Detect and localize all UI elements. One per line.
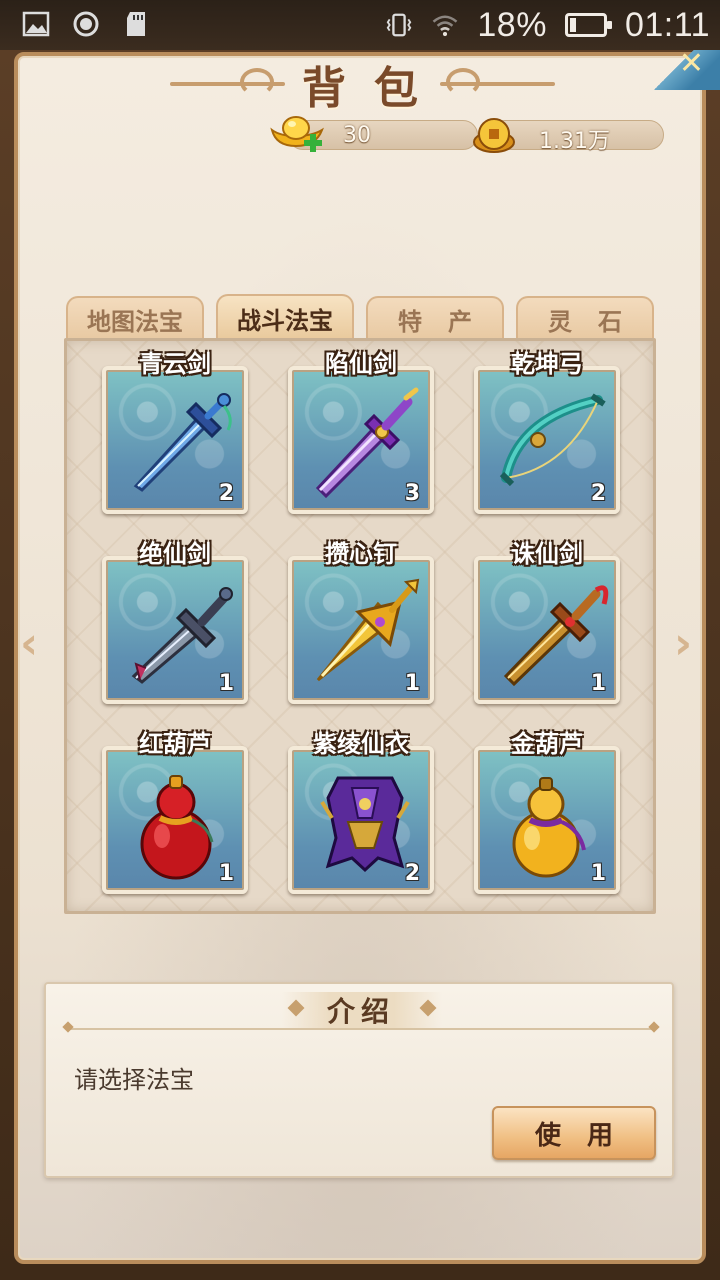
item-count: 1	[590, 861, 606, 886]
status-right: 18% 01:11	[385, 6, 710, 44]
item-slot[interactable]: 红葫芦 1	[100, 724, 250, 894]
item-count: 3	[404, 481, 420, 506]
wifi-icon	[431, 11, 459, 39]
item-box[interactable]: 2	[102, 366, 248, 514]
item-name: 红葫芦	[139, 729, 211, 758]
item-slot[interactable]: 青云剑 2	[100, 344, 250, 514]
tab-battle-treasure[interactable]: 战斗法宝	[216, 294, 354, 340]
item-box[interactable]: 3	[288, 366, 434, 514]
prev-page-chevron-left-icon[interactable]: ‹	[20, 618, 38, 669]
intro-title: 介绍	[326, 995, 395, 1028]
item-box[interactable]: 2	[474, 366, 620, 514]
image-icon	[22, 10, 50, 38]
item-name: 金葫芦	[511, 729, 583, 758]
intro-panel: 介绍 请选择法宝 使用	[44, 982, 674, 1178]
item-count: 2	[218, 481, 234, 506]
item-box[interactable]: 2	[288, 746, 434, 894]
item-count: 1	[218, 861, 234, 886]
copper-coin-icon	[472, 114, 516, 156]
item-count: 1	[404, 671, 420, 696]
item-count: 1	[218, 671, 234, 696]
sdcard-icon	[122, 10, 150, 38]
item-count: 2	[590, 481, 606, 506]
status-left-icons	[22, 10, 150, 38]
item-slot[interactable]: 绝仙剑 1	[100, 534, 250, 704]
gold-ingot-value: 30	[343, 123, 371, 148]
item-name: 攒心钉	[325, 539, 397, 568]
intro-description: 请选择法宝	[74, 1066, 194, 1094]
vibrate-icon	[385, 11, 413, 39]
item-box[interactable]: 1	[102, 746, 248, 894]
status-bar: 18% 01:11	[0, 0, 720, 50]
item-slot[interactable]: 金葫芦 1	[472, 724, 622, 894]
item-slot[interactable]: 陷仙剑 3	[286, 344, 436, 514]
page-title: 背包	[302, 63, 446, 114]
item-box[interactable]: 1	[288, 556, 434, 704]
record-icon	[72, 10, 100, 38]
clock: 01:11	[624, 5, 710, 44]
use-button[interactable]: 使用	[492, 1106, 656, 1160]
coin-value: 1.31万	[539, 129, 610, 154]
battery-icon	[564, 13, 612, 37]
tab-specialty[interactable]: 特产	[366, 296, 504, 340]
item-count: 1	[590, 671, 606, 696]
item-slot[interactable]: 攒心钉 1	[286, 534, 436, 704]
item-box[interactable]: 1	[102, 556, 248, 704]
item-slot[interactable]: 乾坤弓 2	[472, 344, 622, 514]
item-name: 绝仙剑	[139, 539, 211, 568]
item-slot[interactable]: 诛仙剑 1	[472, 534, 622, 704]
item-name: 陷仙剑	[325, 349, 397, 378]
item-name: 乾坤弓	[511, 349, 583, 378]
tab-map-treasure[interactable]: 地图法宝	[66, 296, 204, 340]
item-name: 紫绫仙衣	[313, 729, 409, 758]
item-name: 青云剑	[139, 349, 211, 378]
item-box[interactable]: 1	[474, 556, 620, 704]
battery-percent: 18%	[477, 5, 547, 44]
intro-divider	[66, 1028, 656, 1030]
gold-ingot-add-icon[interactable]	[268, 112, 324, 152]
tab-spirit-stone[interactable]: 灵石	[516, 296, 654, 340]
item-box[interactable]: 1	[474, 746, 620, 894]
item-count: 2	[404, 861, 420, 886]
next-page-chevron-right-icon[interactable]: ›	[674, 618, 692, 669]
item-slot[interactable]: 紫绫仙衣 2	[286, 724, 436, 894]
battery-fill	[569, 18, 576, 32]
coin-bar: 1.31万	[490, 120, 664, 154]
item-name: 诛仙剑	[511, 539, 583, 568]
